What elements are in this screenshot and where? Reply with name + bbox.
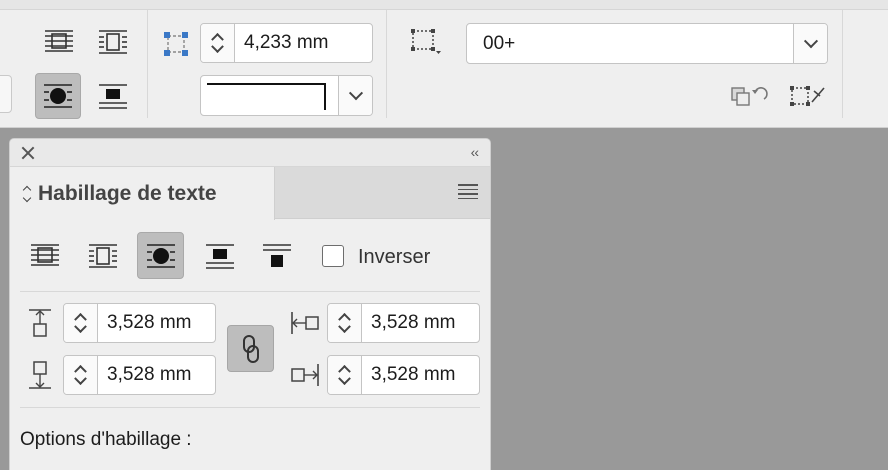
wrap-object-shape-button[interactable] (35, 73, 81, 119)
panel-menu-icon[interactable] (458, 184, 478, 199)
clear-overrides-icon (790, 86, 825, 106)
left-offset-icon (291, 312, 319, 334)
collapse-panel-icon[interactable]: ‹‹ (471, 144, 479, 160)
text-wrap-object-shape-icon (146, 243, 175, 268)
right-offset-stepper[interactable] (328, 356, 362, 394)
wrap-none-button[interactable] (38, 24, 80, 60)
divider (20, 291, 480, 292)
top-offset-field[interactable]: 3,528 mm (63, 303, 216, 343)
wrap-jump-object-button[interactable] (92, 75, 134, 117)
text-wrap-none-icon (45, 30, 73, 52)
text-wrap-none-icon (31, 244, 59, 266)
chain-link-icon (242, 334, 259, 363)
panel-wrap-object-shape-button[interactable] (137, 232, 184, 279)
control-bar: 4,233 mm 00+ (0, 0, 888, 128)
panel-wrap-jump-object-button[interactable] (199, 235, 241, 277)
top-offset-value[interactable]: 3,528 mm (98, 304, 215, 342)
panel-wrap-next-column-button[interactable] (256, 235, 298, 277)
panel-titlebar[interactable]: ‹‹ (10, 139, 490, 167)
text-wrap-next-column-icon (263, 244, 291, 267)
invert-checkbox[interactable] (322, 245, 344, 267)
bottom-offset-icon (24, 359, 56, 391)
bottom-offset-icon (29, 361, 51, 389)
stroke-style-caret[interactable] (338, 76, 372, 115)
wrap-options-label: Options d'habillage : (20, 429, 192, 450)
offset-stepper[interactable] (201, 24, 235, 62)
stroke-style-dropdown[interactable] (200, 75, 373, 116)
text-wrap-jump-object-icon (206, 244, 234, 269)
clear-overrides-button[interactable] (784, 82, 828, 110)
top-offset-icon (29, 309, 51, 337)
offset-field[interactable]: 4,233 mm (200, 23, 373, 63)
text-wrap-panel: ‹‹ Habillage de texte Inverser 3,528 mm … (9, 138, 491, 470)
right-offset-field[interactable]: 3,528 mm (327, 355, 480, 395)
close-icon[interactable] (20, 145, 36, 161)
right-offset-value[interactable]: 3,528 mm (362, 356, 479, 394)
left-offset-stepper[interactable] (328, 304, 362, 342)
right-offset-icon (291, 364, 319, 386)
offset-button (160, 28, 192, 60)
left-offset-icon (288, 307, 322, 339)
frame-options-button[interactable] (408, 26, 444, 58)
left-offset-field[interactable]: 3,528 mm (327, 303, 480, 343)
truncated-left-control[interactable] (0, 75, 12, 113)
frame-options-icon (411, 29, 441, 54)
object-style-caret[interactable] (793, 24, 827, 63)
right-offset-icon (288, 359, 322, 391)
divider (20, 407, 480, 408)
bottom-offset-value[interactable]: 3,528 mm (98, 356, 215, 394)
wrap-bounding-box-button[interactable] (92, 24, 134, 60)
apply-object-style-icon (731, 87, 768, 106)
stroke-preview (201, 76, 338, 115)
bottom-offset-field[interactable]: 3,528 mm (63, 355, 216, 395)
text-wrap-object-shape-icon (44, 84, 72, 108)
panel-wrap-bounding-box-button[interactable] (82, 235, 124, 277)
apply-style-button[interactable] (726, 82, 770, 110)
left-offset-value[interactable]: 3,528 mm (362, 304, 479, 342)
divider (386, 10, 387, 118)
top-offset-stepper[interactable] (64, 304, 98, 342)
bottom-offset-stepper[interactable] (64, 356, 98, 394)
control-bar-top-edge (0, 0, 888, 10)
link-offsets-button[interactable] (227, 325, 274, 372)
object-style-dropdown[interactable]: 00+ (466, 23, 828, 64)
panel-tab-row: Habillage de texte (10, 167, 490, 220)
text-wrap-bounding-box-icon (89, 244, 117, 268)
top-offset-icon (24, 307, 56, 339)
object-style-value: 00+ (483, 32, 516, 54)
offset-corners-icon (164, 32, 188, 56)
tab-text-wrap[interactable]: Habillage de texte (10, 167, 275, 220)
divider (147, 10, 148, 118)
offset-value[interactable]: 4,233 mm (235, 24, 372, 62)
invert-label: Inverser (358, 246, 431, 268)
panel-title: Habillage de texte (38, 181, 217, 205)
stroke-corner-preview (207, 82, 326, 110)
divider (842, 10, 843, 118)
text-wrap-bounding-box-icon (99, 30, 127, 54)
tab-updown-icon (22, 185, 32, 202)
text-wrap-jump-object-icon (99, 84, 127, 109)
panel-wrap-none-button[interactable] (24, 235, 66, 277)
